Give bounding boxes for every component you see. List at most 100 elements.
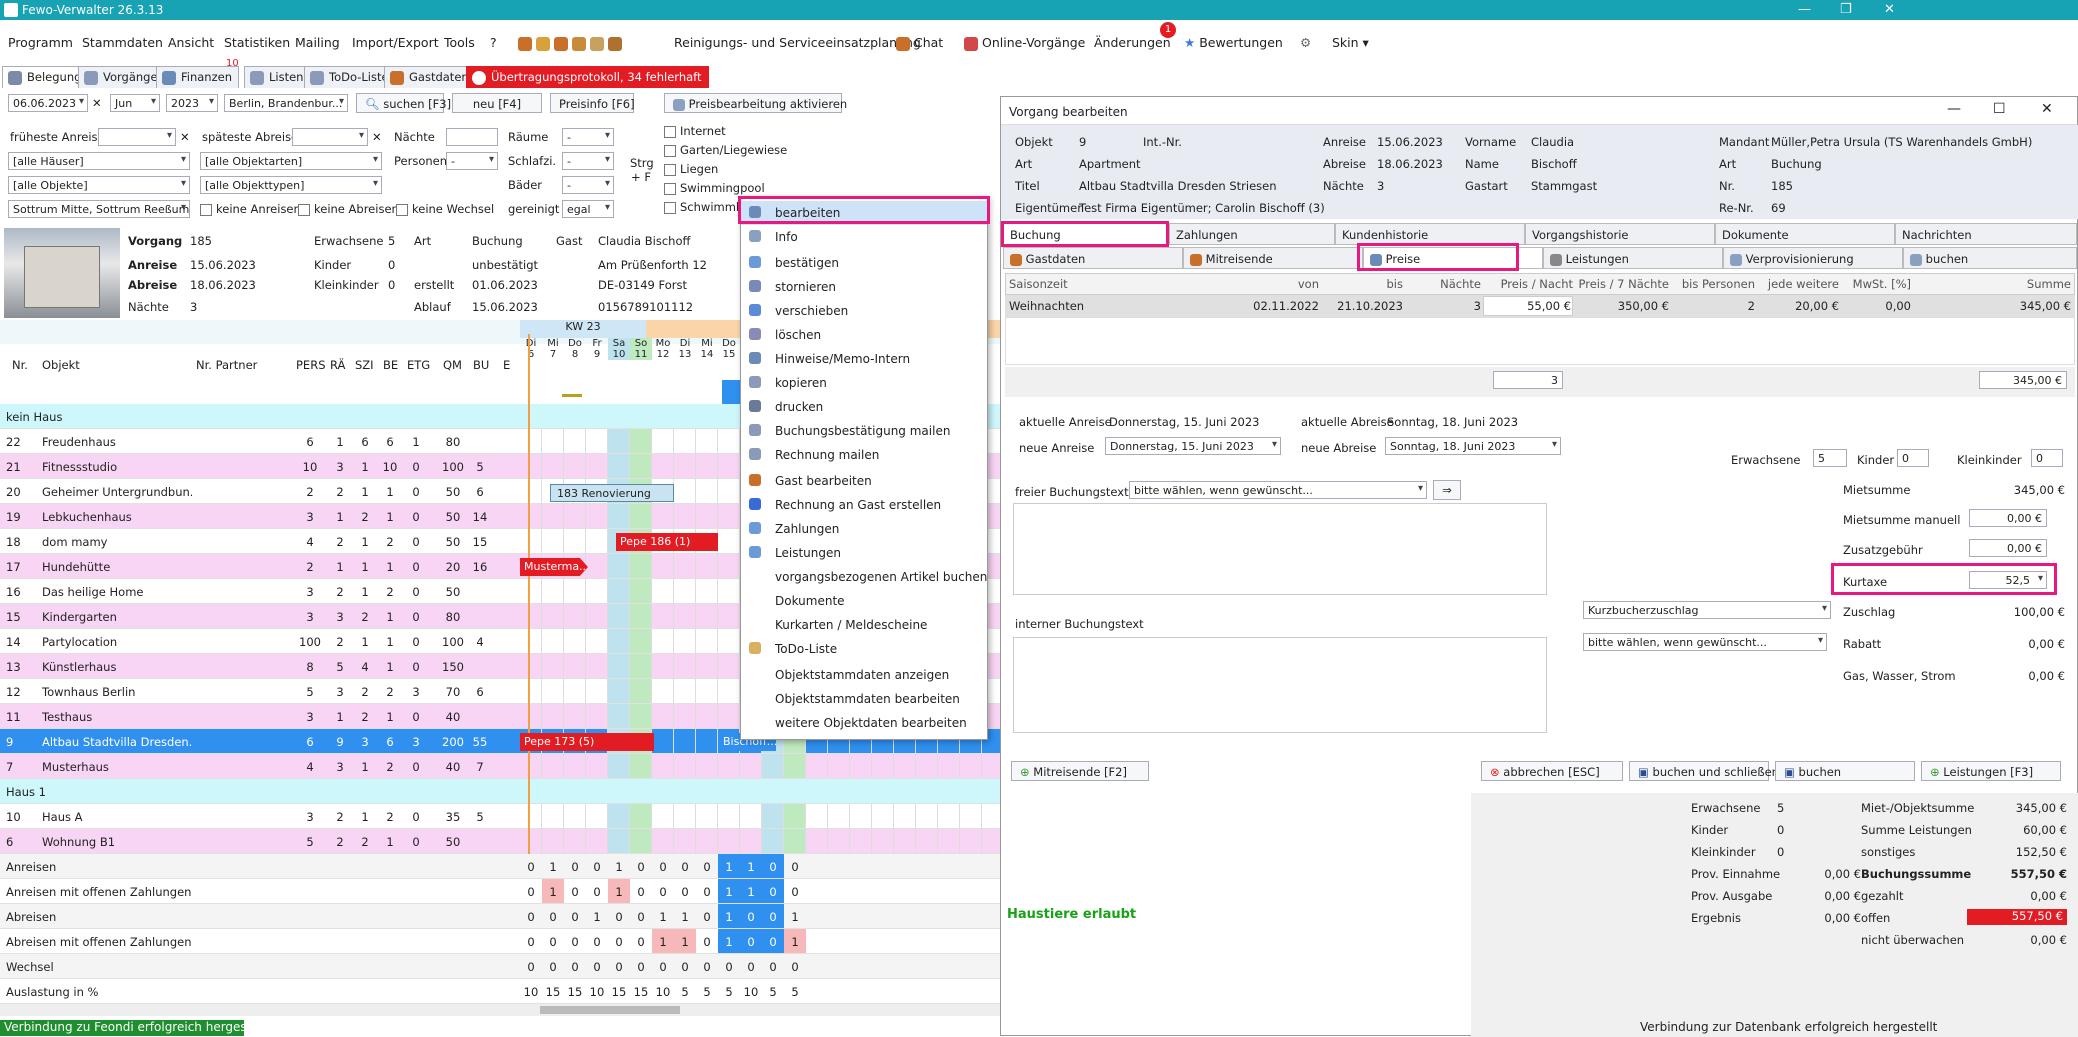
kurzbucher-select[interactable]: Kurzbucherzuschlag bbox=[1583, 601, 1831, 619]
ort-select[interactable]: Sottrum Mitte, Sottrum Reeßum bbox=[8, 200, 190, 218]
tab-vorgaenge[interactable]: Vorgänge bbox=[78, 66, 165, 88]
keine-abreisen-checkbox[interactable]: keine Abreisen bbox=[298, 202, 399, 216]
dialog-close-icon[interactable]: ✕ bbox=[2041, 101, 2053, 117]
col-be[interactable]: BE bbox=[383, 358, 398, 372]
ctx-item-7[interactable]: kopieren bbox=[741, 371, 987, 395]
preisbearbeitung-button[interactable]: Preisbearbeitung aktivieren bbox=[664, 93, 847, 113]
menu-tools[interactable]: Tools bbox=[444, 35, 475, 50]
guest-icon[interactable] bbox=[518, 36, 532, 51]
ctx-item-20[interactable]: Objektstammdaten bearbeiten bbox=[741, 687, 987, 711]
baeder-select[interactable]: - bbox=[562, 176, 614, 194]
preisinfo-button[interactable]: Preisinfo [F6] bbox=[550, 93, 635, 113]
settings-gear-icon[interactable]: ⚙ bbox=[1300, 35, 1311, 50]
tab-belegung[interactable]: Belegung bbox=[2, 66, 89, 88]
booking-renovierung[interactable]: 183 Renovierung bbox=[550, 484, 674, 502]
ctx-item-9[interactable]: Buchungsbestätigung mailen bbox=[741, 419, 987, 443]
clipboard-icon[interactable] bbox=[589, 36, 604, 51]
ctx-item-4[interactable]: verschieben bbox=[741, 299, 987, 323]
booking-pepe-173[interactable]: Pepe 173 (5) bbox=[520, 733, 654, 751]
ctx-item-8[interactable]: drucken bbox=[741, 395, 987, 419]
dlg-kind-input[interactable]: 0 bbox=[1897, 449, 1929, 467]
year-select[interactable]: 2023 bbox=[166, 94, 218, 112]
abbrechen-button[interactable]: ⊗ abbrechen [ESC] bbox=[1481, 761, 1623, 781]
objekttypen-select[interactable]: [alle Objekttypen] bbox=[200, 176, 382, 194]
table-row[interactable]: 10 Haus A 3 2 1 2 0 35 5 bbox=[0, 804, 1004, 829]
dlg-sub-mitreisende[interactable]: Mitreisende bbox=[1183, 247, 1363, 269]
ctx-item-15[interactable]: vorgangsbezogenen Artikel buchen bbox=[741, 565, 987, 589]
dialog-minimize-icon[interactable]: — bbox=[1947, 101, 1961, 117]
keine-wechsel-checkbox[interactable]: keine Wechsel bbox=[396, 202, 494, 216]
menu-help[interactable]: ? bbox=[490, 35, 497, 50]
rabatt-select[interactable]: bitte wählen, wenn gewünscht... bbox=[1583, 633, 1827, 651]
check-liegen[interactable]: Liegen bbox=[664, 162, 774, 181]
dlg-tab-kundenhistorie[interactable]: Kundenhistorie bbox=[1335, 223, 1525, 245]
ctx-item-2[interactable]: bestätigen bbox=[741, 251, 987, 275]
menu-reinigung[interactable]: Reinigungs- und Serviceeinsatzplanung bbox=[674, 35, 921, 50]
col-nr[interactable]: Nr. bbox=[12, 358, 28, 372]
ctx-item-11[interactable]: Gast bearbeiten bbox=[741, 469, 987, 493]
ctx-item-12[interactable]: Rechnung an Gast erstellen bbox=[741, 493, 987, 517]
schlafz-select[interactable]: - bbox=[562, 152, 614, 170]
check-garten[interactable]: Garten/Liegewiese bbox=[664, 143, 787, 162]
leistungen-button[interactable]: ⊕ Leistungen [F3] bbox=[1921, 761, 2061, 781]
personen-select[interactable]: - bbox=[446, 152, 498, 170]
dialog-maximize-icon[interactable]: ☐ bbox=[1993, 101, 2006, 117]
menu-skin[interactable]: Skin ▾ bbox=[1332, 35, 1369, 50]
col-objekt[interactable]: Objekt bbox=[42, 358, 80, 372]
group-row[interactable]: Haus 1 bbox=[0, 779, 1000, 804]
booking-pepe-186[interactable]: Pepe 186 (1) bbox=[616, 533, 718, 551]
tab-finanzen[interactable]: Finanzen bbox=[156, 66, 239, 88]
col-e[interactable]: E bbox=[503, 358, 510, 372]
menu-bewertungen[interactable]: ★ Bewertungen bbox=[1184, 35, 1283, 50]
clear-frueheste-icon[interactable]: ✕ bbox=[180, 130, 190, 144]
booking-musterma[interactable]: Musterma... bbox=[520, 558, 588, 576]
ctx-item-5[interactable]: löschen bbox=[741, 323, 987, 347]
naechte-spinner[interactable] bbox=[446, 128, 498, 146]
ctx-item-16[interactable]: Dokumente bbox=[741, 589, 987, 613]
menu-aenderungen[interactable]: Änderungen bbox=[1094, 35, 1171, 50]
horizontal-scrollbar[interactable] bbox=[0, 1004, 1000, 1016]
menu-online[interactable]: Online-Vorgänge bbox=[964, 35, 1085, 51]
spaeteste-input[interactable] bbox=[292, 128, 368, 146]
minimize-icon[interactable]: — bbox=[1798, 2, 1811, 17]
person-icon[interactable] bbox=[553, 36, 568, 51]
mitreisende-button[interactable]: ⊕ Mitreisende [F2] bbox=[1011, 761, 1149, 781]
menu-programm[interactable]: Programm bbox=[8, 35, 73, 50]
haeuser-select[interactable]: [alle Häuser] bbox=[8, 152, 190, 170]
dlg-sub-leistungen[interactable]: Leistungen bbox=[1543, 247, 1723, 269]
ctx-item-10[interactable]: Rechnung mailen bbox=[741, 443, 987, 467]
dlg-erw-input[interactable]: 5 bbox=[1813, 449, 1847, 467]
ctx-item-14[interactable]: Leistungen bbox=[741, 541, 987, 565]
dlg-tab-vorgangshistorie[interactable]: Vorgangshistorie bbox=[1525, 223, 1715, 245]
dlg-tab-nachrichten[interactable]: Nachrichten bbox=[1895, 223, 2077, 245]
ctx-item-21[interactable]: weitere Objektdaten bearbeiten bbox=[741, 711, 987, 735]
col-etg[interactable]: ETG bbox=[407, 358, 430, 372]
buchen-button[interactable]: ▣ buchen bbox=[1775, 761, 1915, 781]
tab-gastdaten[interactable]: Gastdaten bbox=[384, 66, 476, 88]
neu-anreise-select[interactable]: Donnerstag, 15. Juni 2023 bbox=[1105, 437, 1281, 455]
ctx-item-19[interactable]: Objektstammdaten anzeigen bbox=[741, 663, 987, 687]
check-internet[interactable]: Internet bbox=[664, 124, 774, 143]
intern-textarea[interactable] bbox=[1013, 637, 1547, 733]
ctx-item-18[interactable]: ToDo-Liste bbox=[741, 637, 987, 661]
objektarten-select[interactable]: [alle Objektarten] bbox=[200, 152, 382, 170]
ctx-item-13[interactable]: Zahlungen bbox=[741, 517, 987, 541]
region-select[interactable]: Berlin, Brandenbur... bbox=[224, 94, 348, 112]
date-input[interactable]: 06.06.2023 bbox=[8, 94, 88, 112]
objekte-select[interactable]: [alle Objekte] bbox=[8, 176, 190, 194]
buchen-schliessen-button[interactable]: ▣ buchen und schließen bbox=[1629, 761, 1779, 781]
col-rae[interactable]: RÄ bbox=[330, 358, 345, 372]
neu-abreise-select[interactable]: Sonntag, 18. Juni 2023 bbox=[1385, 437, 1561, 455]
dlg-sub-buchen[interactable]: buchen bbox=[1903, 247, 2077, 269]
month-select[interactable]: Jun bbox=[110, 94, 160, 112]
frei-text-select[interactable]: bitte wählen, wenn gewünscht... bbox=[1129, 481, 1427, 499]
tab-listen[interactable]: Listen bbox=[244, 66, 311, 88]
ctx-item-17[interactable]: Kurkarten / Meldescheine bbox=[741, 613, 987, 637]
ctx-item-1[interactable]: Info bbox=[741, 225, 987, 249]
tab-protokoll[interactable]: Übertragungsprotokoll, 34 fehlerhaft bbox=[466, 66, 709, 88]
menu-chat[interactable]: Chat bbox=[896, 35, 943, 51]
new-button[interactable]: neu [F4] bbox=[452, 93, 542, 113]
raeume-select[interactable]: - bbox=[562, 128, 614, 146]
col-bu[interactable]: BU bbox=[473, 358, 489, 372]
dlg-klk-input[interactable]: 0 bbox=[2031, 449, 2063, 467]
